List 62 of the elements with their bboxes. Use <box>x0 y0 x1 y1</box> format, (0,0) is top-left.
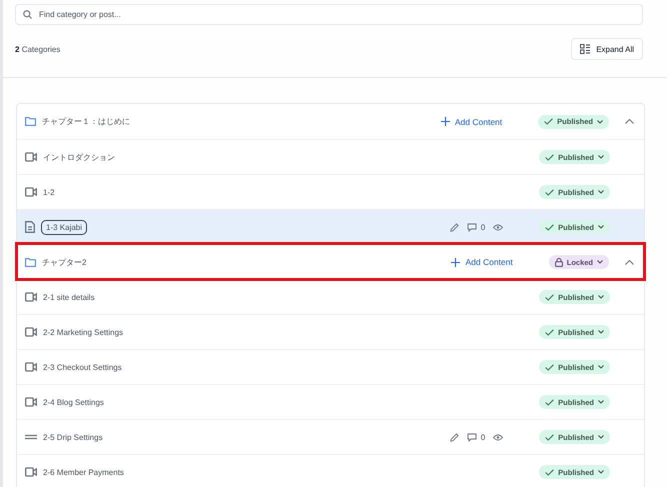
check-icon <box>545 434 554 440</box>
caret-icon <box>598 155 604 159</box>
post-title: イントロダクション <box>43 152 115 162</box>
caret-icon <box>598 400 604 404</box>
check-icon <box>545 364 554 370</box>
plus-icon <box>440 117 450 126</box>
post-title: 1-3 Kajabi <box>41 220 88 234</box>
post-title: 2-4 Blog Settings <box>43 398 104 406</box>
caret-icon <box>597 120 603 124</box>
plus-icon <box>451 258 460 266</box>
check-icon <box>545 398 554 406</box>
video-icon <box>25 292 37 302</box>
post-title: 1-2 <box>43 188 55 196</box>
grid-list-icon <box>580 44 590 54</box>
category-count: 2 Categories <box>15 44 60 54</box>
check-icon <box>545 154 554 160</box>
check-icon <box>545 328 554 336</box>
check-icon <box>544 118 554 125</box>
caret-icon <box>598 190 604 194</box>
eye-icon[interactable] <box>493 434 504 440</box>
add-content-button[interactable]: Add Content <box>451 257 513 267</box>
video-icon <box>25 467 37 477</box>
check-icon <box>545 294 554 300</box>
pencil-icon[interactable] <box>450 432 459 442</box>
comment-count: 0 <box>480 432 486 442</box>
comment-icon[interactable] <box>466 222 477 232</box>
caret-icon <box>598 295 604 299</box>
check-icon <box>545 224 554 230</box>
post-title: 2-2 Marketing Settings <box>43 328 124 336</box>
post-title: 2-3 Checkout Settings <box>43 362 122 372</box>
document-icon <box>25 221 35 233</box>
lock-icon <box>554 258 563 266</box>
check-icon <box>545 468 554 476</box>
video-icon <box>25 327 37 337</box>
video-icon <box>25 397 37 407</box>
post-title: 2-6 Member Payments <box>43 468 124 476</box>
post-title: 2-1 site details <box>43 292 95 302</box>
comment-icon[interactable] <box>466 432 477 442</box>
comment-count: 0 <box>480 222 486 232</box>
check-icon <box>545 188 554 196</box>
video-icon <box>25 187 37 197</box>
chevron-icon[interactable] <box>625 119 634 124</box>
chevron-icon[interactable] <box>625 260 634 264</box>
caret-icon <box>598 365 604 369</box>
folder-icon <box>25 258 36 266</box>
caret-icon <box>598 330 604 334</box>
video-icon <box>25 362 37 372</box>
category-title: チャプター2 <box>42 256 86 268</box>
caret-icon <box>597 260 603 264</box>
search-field[interactable]: Find category or post... <box>15 4 643 25</box>
pencil-icon[interactable] <box>450 222 459 232</box>
category-title: チャプター１：はじめに <box>42 116 130 127</box>
add-content-button[interactable]: Add Content <box>440 116 502 126</box>
expand-all-button[interactable]: Expand All <box>571 38 643 60</box>
post-title: 2-5 Drip Settings <box>43 432 103 442</box>
drip-icon <box>25 434 37 440</box>
caret-icon <box>598 435 604 439</box>
eye-icon[interactable] <box>493 224 504 230</box>
caret-icon <box>598 225 604 229</box>
folder-icon <box>25 117 36 126</box>
video-icon <box>25 152 37 162</box>
caret-icon <box>598 470 604 474</box>
